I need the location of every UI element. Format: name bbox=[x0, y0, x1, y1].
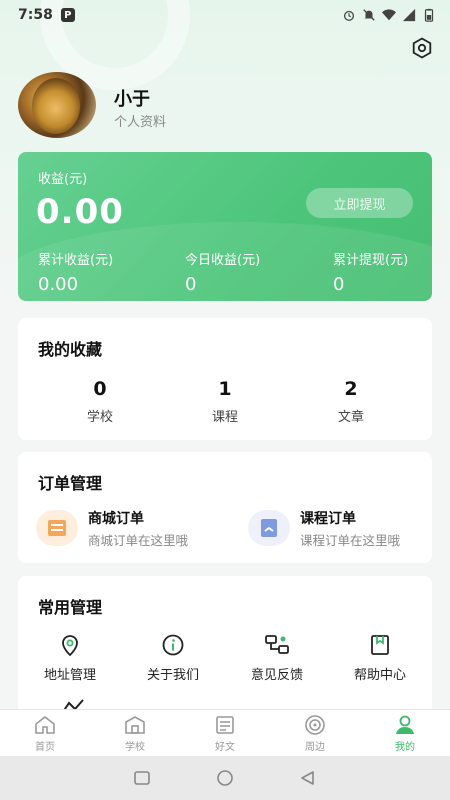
bottom-tab-bar: 首页 学校 好文 周边 我的 bbox=[0, 709, 450, 756]
favorite-label: 文章 bbox=[337, 410, 364, 425]
tab-label: 周边 bbox=[305, 741, 325, 753]
stat-value: 0 bbox=[333, 274, 345, 295]
tool-label: 关于我们 bbox=[146, 668, 199, 683]
favorite-count: 0 bbox=[93, 378, 107, 400]
stat-value: 0.00 bbox=[38, 274, 79, 295]
earnings-card: 收益(元) 0.00 立即提现 累计收益(元) 0.00 今日收益(元) 0 累… bbox=[18, 152, 432, 301]
settings-button[interactable] bbox=[408, 34, 436, 62]
home-circle-icon[interactable] bbox=[215, 768, 235, 788]
alarm-icon bbox=[343, 10, 355, 21]
status-bar: 7:58 P bbox=[0, 0, 450, 30]
course-order-button[interactable]: 课程订单 课程订单在这里哦 bbox=[248, 508, 400, 548]
favorite-count: 1 bbox=[218, 378, 232, 400]
orders-card: 订单管理 商城订单 商城订单在这里哦 课程订单 课程订单在这里哦 bbox=[18, 452, 432, 563]
earnings-amount: 0.00 bbox=[36, 192, 124, 232]
home-icon bbox=[35, 715, 55, 734]
info-icon bbox=[162, 634, 184, 656]
stat-label: 今日收益(元) bbox=[185, 253, 261, 268]
avatar[interactable] bbox=[18, 72, 96, 138]
favorite-count: 2 bbox=[344, 378, 358, 400]
tab-label: 学校 bbox=[125, 741, 145, 753]
system-navigation-bar bbox=[0, 756, 450, 800]
mute-icon bbox=[363, 9, 375, 21]
total-earnings-stat: 累计收益(元) 0.00 bbox=[38, 249, 113, 295]
tab-mine[interactable]: 我的 bbox=[360, 710, 450, 756]
profile-name: 小于 bbox=[114, 89, 150, 110]
tool-label: 意见反馈 bbox=[250, 668, 303, 683]
tab-nearby[interactable]: 周边 bbox=[270, 710, 360, 756]
tools-title: 常用管理 bbox=[38, 598, 103, 617]
stat-label: 累计收益(元) bbox=[38, 253, 114, 268]
tool-label: 帮助中心 bbox=[353, 668, 406, 683]
app-notification-badge: P bbox=[60, 8, 75, 22]
tab-home[interactable]: 首页 bbox=[0, 710, 90, 756]
about-us-button[interactable]: 关于我们 bbox=[128, 632, 218, 683]
settings-hexagon-icon bbox=[412, 37, 432, 59]
shop-order-button[interactable]: 商城订单 商城订单在这里哦 bbox=[36, 508, 188, 548]
tab-article[interactable]: 好文 bbox=[180, 710, 270, 756]
stat-value: 0 bbox=[185, 274, 197, 295]
order-subtitle: 商城订单在这里哦 bbox=[88, 532, 189, 548]
favorites-title: 我的收藏 bbox=[38, 340, 103, 359]
feedback-button[interactable]: 意见反馈 bbox=[232, 632, 322, 683]
article-icon bbox=[216, 715, 234, 734]
total-withdrawn-stat: 累计提现(元) 0 bbox=[333, 249, 408, 295]
location-icon bbox=[62, 635, 78, 656]
favorite-articles[interactable]: 2 文章 bbox=[311, 378, 391, 425]
tools-card: 常用管理 地址管理 关于我们 意见反馈 帮助中心 bbox=[18, 576, 432, 716]
favorite-courses[interactable]: 1 课程 bbox=[185, 378, 265, 425]
tab-label: 首页 bbox=[35, 741, 55, 753]
school-icon bbox=[125, 715, 145, 734]
shop-order-icon bbox=[36, 510, 78, 546]
user-icon bbox=[396, 715, 414, 734]
tab-school[interactable]: 学校 bbox=[90, 710, 180, 756]
battery-icon bbox=[424, 8, 434, 22]
withdraw-button[interactable]: 立即提现 bbox=[306, 188, 413, 218]
address-management-button[interactable]: 地址管理 bbox=[25, 632, 115, 683]
feedback-icon bbox=[265, 635, 289, 654]
status-time: 7:58 bbox=[18, 7, 53, 23]
signal-icon bbox=[402, 8, 416, 22]
help-center-button[interactable]: 帮助中心 bbox=[335, 632, 425, 683]
tab-label: 我的 bbox=[395, 741, 415, 753]
order-subtitle: 课程订单在这里哦 bbox=[300, 532, 401, 548]
tab-label: 好文 bbox=[215, 741, 235, 753]
tool-label: 地址管理 bbox=[43, 668, 96, 683]
profile-link[interactable]: 个人资料 bbox=[114, 111, 166, 130]
back-triangle-icon[interactable] bbox=[299, 769, 317, 787]
stat-label: 累计提现(元) bbox=[333, 253, 409, 268]
order-title: 商城订单 bbox=[88, 510, 144, 527]
today-earnings-stat: 今日收益(元) 0 bbox=[185, 249, 260, 295]
orders-title: 订单管理 bbox=[38, 474, 103, 493]
recent-apps-icon[interactable] bbox=[133, 769, 151, 787]
favorite-schools[interactable]: 0 学校 bbox=[60, 378, 140, 425]
nearby-icon bbox=[305, 714, 325, 735]
favorite-label: 学校 bbox=[86, 410, 113, 425]
favorites-card: 我的收藏 0 学校 1 课程 2 文章 bbox=[18, 318, 432, 440]
favorite-label: 课程 bbox=[211, 410, 238, 425]
course-order-icon bbox=[248, 510, 290, 546]
order-title: 课程订单 bbox=[300, 510, 356, 527]
earnings-label: 收益(元) bbox=[38, 172, 88, 187]
help-book-icon bbox=[371, 635, 389, 655]
wifi-icon bbox=[382, 9, 396, 21]
